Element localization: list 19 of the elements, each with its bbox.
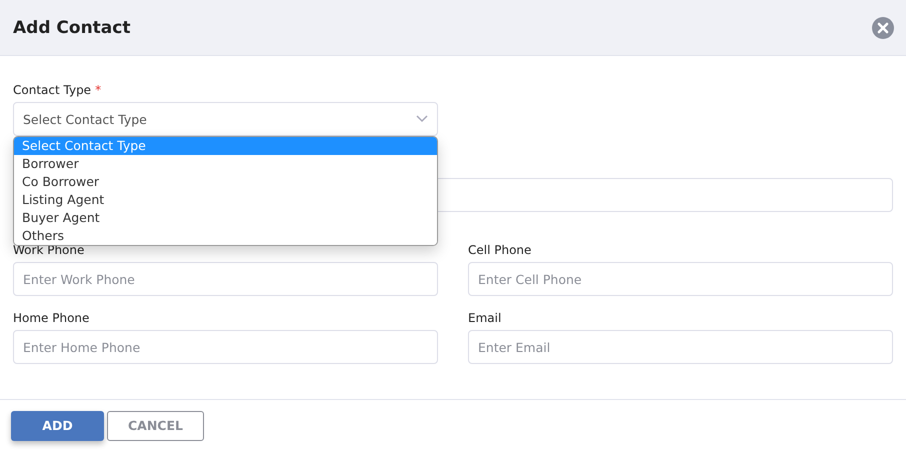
dropdown-option[interactable]: Others — [14, 227, 437, 245]
close-icon[interactable] — [872, 16, 894, 38]
add-button[interactable]: ADD — [11, 410, 104, 440]
field-label: Work Phone — [13, 243, 86, 258]
field-label: Email — [468, 311, 502, 326]
input-field[interactable]: Enter Email — [468, 330, 893, 364]
dropdown-option[interactable]: Borrower — [14, 155, 437, 173]
field-label: Home Phone — [13, 311, 90, 326]
field-label: Contact Type * — [13, 83, 102, 98]
input-field[interactable]: Enter Home Phone — [13, 330, 438, 364]
dropdown-option[interactable]: Co Borrower — [14, 173, 437, 191]
input-field[interactable]: Enter Work Phone — [13, 262, 438, 296]
dropdown-option[interactable]: Buyer Agent — [14, 209, 437, 227]
chevron-down-icon — [416, 115, 428, 123]
dropdown-option[interactable]: Listing Agent — [14, 191, 437, 209]
input-field[interactable]: Enter Cell Phone — [468, 262, 893, 296]
dialog-title: Add Contact — [13, 18, 130, 38]
field-label: Cell Phone — [468, 243, 532, 258]
contact-type-select[interactable]: Select Contact Type — [13, 102, 438, 136]
